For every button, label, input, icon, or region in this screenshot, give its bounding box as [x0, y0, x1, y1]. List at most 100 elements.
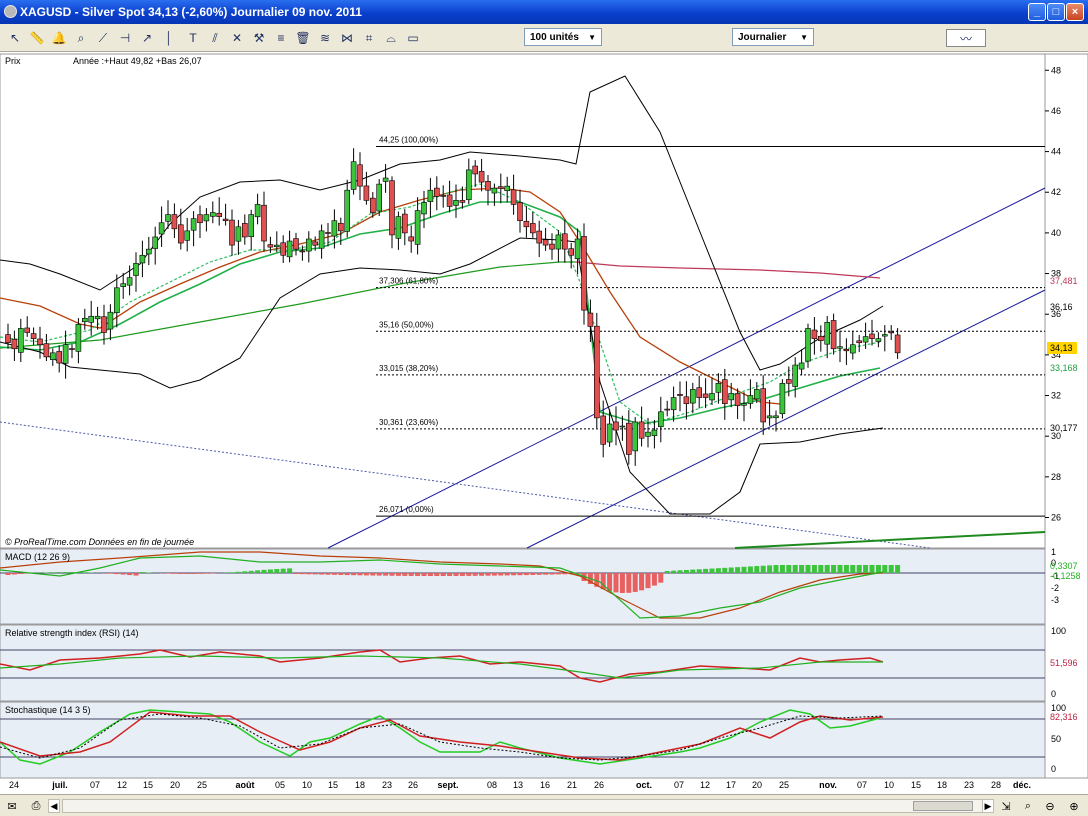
chart-svg[interactable]: 44,25 (100,00%) 37,306 (61,80%) 35,16 (50,… [0, 52, 1088, 794]
candle-body [11, 338, 18, 350]
candle-body [30, 333, 37, 339]
x-tick-label: 20 [170, 780, 180, 790]
candle-body [517, 202, 523, 221]
candle-body [478, 171, 485, 183]
macd-histogram-bar [805, 565, 811, 573]
candle-body [254, 204, 261, 218]
candle-body [414, 210, 421, 245]
tools-icon[interactable]: ⚒ [250, 29, 268, 47]
ruler-icon[interactable]: 📏 [28, 29, 46, 47]
candle-body [401, 213, 408, 234]
candle-body [331, 220, 338, 237]
macd-histogram-bar [735, 567, 741, 573]
fib-label: 35,16 (50,00%) [379, 320, 434, 329]
cycle-icon[interactable]: ⌓ [382, 29, 400, 47]
candle-body [382, 177, 389, 182]
status-bar: ✉ ⎙ ◀ ▶ ⇲ ⌕ ⊖ ⊕ [0, 794, 1088, 816]
price-panel-footer: © ProRealTime.com Données en fin de jour… [5, 537, 194, 547]
macd-histogram-bar [383, 573, 389, 576]
fibonacci-icon[interactable]: ≡ [272, 29, 290, 47]
macd-histogram-bar [664, 571, 670, 573]
macd-histogram-bar [875, 565, 881, 573]
candle-body [645, 431, 651, 437]
close-button[interactable]: × [1066, 3, 1084, 21]
x-tick-label: 25 [779, 780, 789, 790]
boll-lower-tag: 30,177 [1050, 423, 1078, 433]
horizontal-line-icon[interactable]: ⊣ [116, 29, 134, 47]
macd-histogram-bar [287, 568, 293, 573]
candle-body [280, 242, 287, 256]
x-tick-label: 07 [857, 780, 867, 790]
macd-histogram-bar [11, 573, 17, 575]
candle-body [56, 351, 63, 364]
osc-tick-label: 1 [1051, 547, 1056, 557]
macd-tag-1: 0,3307 [1050, 561, 1078, 571]
x-tick-label: déc. [1013, 780, 1031, 790]
zoom-in-icon[interactable]: ⊕ [1066, 798, 1082, 814]
macd-histogram-bar [863, 565, 869, 573]
candle-body [261, 204, 267, 242]
ray-icon[interactable]: ↗ [138, 29, 156, 47]
maximize-button[interactable]: □ [1047, 3, 1065, 21]
macd-histogram-bar [837, 565, 843, 573]
candle-body [229, 219, 235, 246]
macd-histogram-bar [171, 573, 177, 574]
candle-body [235, 226, 242, 242]
alarm-icon[interactable]: 🔔 [50, 29, 68, 47]
candle-body [824, 322, 831, 345]
price-panel-label: Prix [5, 56, 21, 66]
window-title: XAGUSD - Silver Spot 34,13 (-2,60%) Jour… [20, 5, 362, 19]
candle-body [299, 250, 306, 253]
macd-histogram-bar [658, 573, 664, 583]
scroll-right-button[interactable]: ▶ [982, 799, 994, 813]
period-select[interactable]: Journalier ▼ [732, 28, 814, 46]
macd-histogram-bar [485, 573, 491, 576]
macd-histogram-bar [421, 573, 427, 576]
x-tick-label: 26 [594, 780, 604, 790]
chart-area[interactable]: 44,25 (100,00%) 37,306 (61,80%) 35,16 (50,… [0, 52, 1088, 794]
macd-histogram-bar [370, 573, 376, 576]
macd-histogram-bar [133, 573, 139, 576]
macd-histogram-bar [511, 573, 517, 576]
mail-icon[interactable]: ✉ [4, 798, 20, 814]
zoom-out-icon[interactable]: ⊖ [1042, 798, 1058, 814]
x-tick-label: 10 [884, 780, 894, 790]
x-tick-label: juil. [51, 780, 68, 790]
macd-histogram-bar [338, 573, 344, 575]
gann-icon[interactable]: ⋈ [338, 29, 356, 47]
units-select[interactable]: 100 unités ▼ [524, 28, 602, 46]
candle-body [395, 216, 402, 239]
candle-body [625, 422, 632, 455]
scroll-left-button[interactable]: ◀ [48, 799, 60, 813]
candle-body [184, 230, 190, 241]
zoom-icon[interactable]: ⌕ [72, 29, 90, 47]
trendline-icon[interactable]: ⟋ [94, 29, 112, 47]
horizontal-scrollbar[interactable] [62, 799, 992, 813]
macd-histogram-bar [632, 573, 638, 592]
rectangle-icon[interactable]: ▭ [404, 29, 422, 47]
candle-body [433, 187, 440, 197]
retracement-icon[interactable]: ≋ [316, 29, 334, 47]
channel-icon[interactable]: ⫽ [206, 29, 224, 47]
pointer-icon[interactable]: ↖ [6, 29, 24, 47]
macd-histogram-bar [312, 573, 318, 575]
candle-body [785, 379, 792, 384]
chart-tool-icon[interactable]: ⇲ [998, 798, 1014, 814]
projection-icon[interactable]: ⌗ [360, 29, 378, 47]
macd-histogram-bar [139, 572, 145, 573]
minimize-button[interactable]: _ [1028, 3, 1046, 21]
fan-icon[interactable]: ✕ [228, 29, 246, 47]
indicators-icon[interactable]: 〰 [946, 29, 986, 47]
candle-body [440, 195, 447, 197]
scrollbar-thumb[interactable] [913, 801, 973, 811]
trash-icon[interactable]: 🗑 [294, 29, 312, 47]
macd-histogram-bar [395, 573, 401, 576]
x-tick-label: août [236, 780, 255, 790]
macd-histogram-bar [191, 573, 197, 574]
print-icon[interactable]: ⎙ [28, 798, 44, 814]
vertical-line-icon[interactable]: │ [160, 29, 178, 47]
macd-histogram-bar [690, 569, 696, 573]
macd-histogram-bar [242, 571, 248, 573]
zoom-box-icon[interactable]: ⌕ [1020, 798, 1036, 814]
text-tool-icon[interactable]: T [184, 29, 202, 47]
